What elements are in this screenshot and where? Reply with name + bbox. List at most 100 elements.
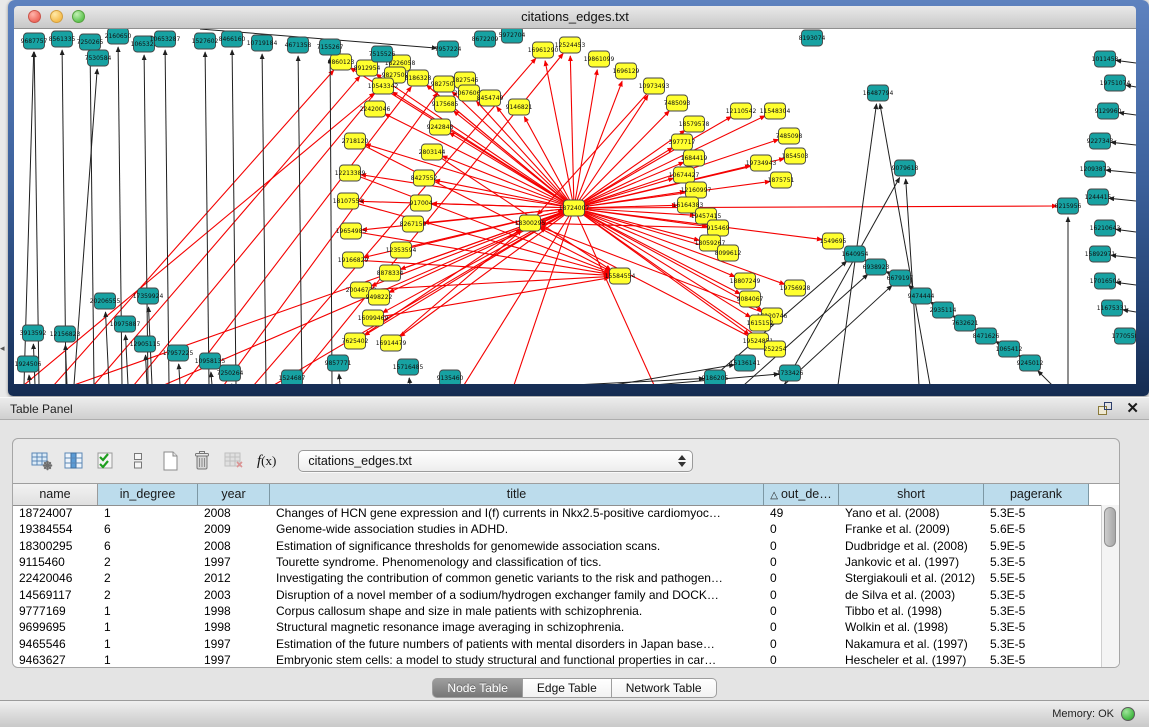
network-node[interactable]: 7250265 <box>77 34 104 50</box>
network-node[interactable]: 7485093 <box>664 95 691 111</box>
cell-short[interactable]: Tibbo et al. (1998) <box>839 604 984 618</box>
network-node[interactable]: 10719184 <box>247 35 278 51</box>
network-node[interactable]: 18107554 <box>333 193 364 209</box>
network-edge[interactable] <box>409 378 410 384</box>
network-node[interactable]: 18807249 <box>730 273 761 289</box>
network-node[interactable]: 8099612 <box>715 245 742 261</box>
network-node[interactable]: 8466160 <box>219 31 246 47</box>
table-row[interactable]: 946362711997Embryonic stem cells: a mode… <box>13 652 1102 667</box>
create-column-icon[interactable] <box>157 449 183 473</box>
network-node[interactable]: 9227343 <box>1087 133 1114 149</box>
network-node[interactable]: 17957225 <box>163 345 194 361</box>
network-node[interactable]: 19734943 <box>746 155 777 171</box>
cell-pagerank[interactable]: 5.6E-5 <box>984 522 1089 536</box>
cell-name[interactable]: 9463627 <box>13 653 98 667</box>
network-node[interactable]: 3913592 <box>20 325 47 341</box>
network-node[interactable]: 22420046 <box>360 101 391 117</box>
network-node[interactable]: 1065412 <box>996 341 1023 357</box>
network-node[interactable]: 2718120 <box>342 133 369 149</box>
network-node[interactable]: 6679197 <box>887 270 914 286</box>
network-node[interactable]: 1733426 <box>777 365 804 381</box>
cell-short[interactable]: Hescheler et al. (1997) <box>839 653 984 667</box>
cell-in_degree[interactable]: 6 <box>98 522 198 536</box>
network-canvas[interactable]: 1872400718300295155845549860123891295418… <box>14 29 1136 384</box>
network-edge[interactable] <box>574 208 654 384</box>
cell-name[interactable]: 9115460 <box>13 555 98 569</box>
network-edge[interactable] <box>574 81 622 208</box>
cell-title[interactable]: Embryonic stem cells: a model to study s… <box>270 653 764 667</box>
tab-node-table[interactable]: Node Table <box>432 678 523 698</box>
network-node[interactable]: 1924506 <box>15 356 42 372</box>
cell-out_degree[interactable]: 0 <box>764 637 839 651</box>
close-panel-icon[interactable]: ✕ <box>1126 402 1139 416</box>
column-header-title[interactable]: title <box>270 484 764 505</box>
network-node[interactable]: 12110542 <box>726 103 757 119</box>
network-edge[interactable] <box>144 55 148 384</box>
network-node[interactable]: 9687757 <box>21 33 48 49</box>
cell-name[interactable]: 18724007 <box>13 506 98 520</box>
table-row[interactable]: 969969511998Structural magnetic resonanc… <box>13 619 1102 635</box>
network-edge[interactable] <box>574 95 648 208</box>
cell-short[interactable]: Yano et al. (2008) <box>839 506 984 520</box>
network-node[interactable]: 1684419 <box>681 150 708 166</box>
network-node[interactable]: 12353594 <box>386 242 417 258</box>
network-edge[interactable] <box>298 56 302 384</box>
network-node[interactable]: 17016504 <box>1090 273 1121 289</box>
cell-pagerank[interactable]: 5.3E-5 <box>984 555 1089 569</box>
network-edge[interactable] <box>274 208 574 384</box>
select-all-icon[interactable] <box>93 449 119 473</box>
table-selector-dropdown[interactable]: citations_edges.txt <box>298 450 693 472</box>
cell-name[interactable]: 14569117 <box>13 588 98 602</box>
network-edge[interactable] <box>205 52 209 384</box>
network-edge[interactable] <box>1109 198 1136 201</box>
cell-in_degree[interactable]: 1 <box>98 506 198 520</box>
network-edge[interactable] <box>339 374 340 384</box>
network-edge[interactable] <box>126 335 129 384</box>
network-edge[interactable] <box>570 56 574 208</box>
network-node[interactable]: 10543342 <box>368 78 399 94</box>
cell-title[interactable]: Genome-wide association studies in ADHD. <box>270 522 764 536</box>
network-node[interactable]: 2935114 <box>930 302 957 318</box>
cell-out_degree[interactable]: 0 <box>764 555 839 569</box>
table-row[interactable]: 1456911722003Disruption of a novel membe… <box>13 586 1102 602</box>
cell-year[interactable]: 2008 <box>198 539 270 553</box>
cell-in_degree[interactable]: 1 <box>98 637 198 651</box>
cell-title[interactable]: Corpus callosum shape and size in male p… <box>270 604 764 618</box>
scrollbar-thumb[interactable] <box>1104 507 1116 547</box>
network-node[interactable]: 19166829 <box>338 252 369 268</box>
network-node[interactable]: 10973493 <box>639 78 670 94</box>
network-node[interactable]: 9175685 <box>432 96 459 112</box>
network-node[interactable]: 7625402 <box>342 333 369 349</box>
network-node[interactable]: 12160997 <box>681 182 712 198</box>
cell-pagerank[interactable]: 5.9E-5 <box>984 539 1089 553</box>
cell-pagerank[interactable]: 5.3E-5 <box>984 588 1089 602</box>
table-row[interactable]: 1830029562008Estimation of significance … <box>13 538 1102 554</box>
cell-name[interactable]: 9777169 <box>13 604 98 618</box>
selection-mode-icon[interactable] <box>125 449 151 473</box>
column-header-name[interactable]: name <box>13 484 98 505</box>
network-node[interactable]: 19756928 <box>780 280 811 296</box>
cell-short[interactable]: Franke et al. (2009) <box>839 522 984 536</box>
cell-pagerank[interactable]: 5.3E-5 <box>984 637 1089 651</box>
network-node[interactable]: 12093872 <box>1080 161 1111 177</box>
table-row[interactable]: 911546021997Tourette syndrome. Phenomeno… <box>13 554 1102 570</box>
network-node[interactable]: 15716485 <box>393 359 424 375</box>
cell-year[interactable]: 1998 <box>198 604 270 618</box>
cell-short[interactable]: Nakamura et al. (1997) <box>839 637 984 651</box>
vertical-scrollbar[interactable] <box>1101 505 1119 667</box>
network-node[interactable]: 9135460 <box>437 370 464 384</box>
network-node[interactable]: 8215956 <box>1055 198 1082 214</box>
function-builder-icon[interactable]: f(x) <box>257 453 276 470</box>
close-window-icon[interactable] <box>28 10 41 23</box>
network-node[interactable]: 7530584 <box>85 50 112 66</box>
network-edge[interactable] <box>385 114 574 208</box>
cell-out_degree[interactable]: 0 <box>764 539 839 553</box>
network-node[interactable]: 17359924 <box>133 288 164 304</box>
network-node[interactable]: 15136141 <box>730 355 761 371</box>
network-edge[interactable] <box>90 53 94 384</box>
cell-title[interactable]: Tourette syndrome. Phenomenology and cla… <box>270 555 764 569</box>
network-node[interactable]: 1527602 <box>192 33 219 49</box>
network-node[interactable]: 9860123 <box>328 54 355 70</box>
cell-year[interactable]: 2008 <box>198 506 270 520</box>
cell-pagerank[interactable]: 5.3E-5 <box>984 653 1089 667</box>
